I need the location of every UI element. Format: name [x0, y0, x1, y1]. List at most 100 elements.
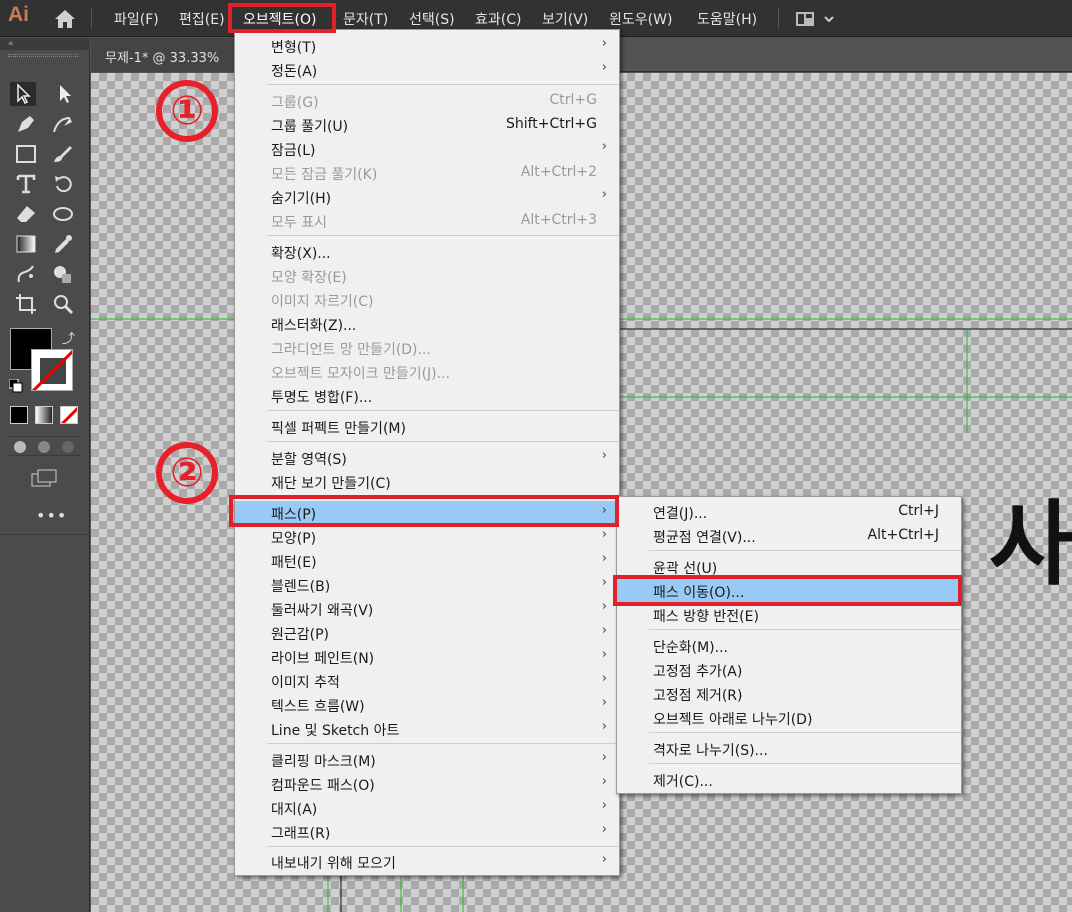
menu-file[interactable]: 파일(F) — [114, 9, 159, 29]
menu-item-create-trim-marks[interactable]: 재단 보기 만들기(C) — [235, 470, 619, 494]
submenu-arrow-icon: › — [601, 60, 607, 75]
submenu-item-add-anchor-points[interactable]: 고정점 추가(A) — [617, 658, 961, 682]
menu-item-rasterize[interactable]: 래스터화(Z)... — [235, 312, 619, 336]
swap-fill-stroke-icon[interactable]: ⤴ — [62, 328, 78, 347]
eyedropper-tool-icon[interactable] — [50, 232, 76, 256]
rotate-tool-icon[interactable] — [50, 172, 76, 196]
menu-separator — [267, 846, 619, 847]
submenu-arrow-icon: › — [601, 750, 607, 765]
eraser-tool-icon[interactable] — [13, 202, 39, 226]
menu-item-flatten-transparency[interactable]: 투명도 병합(F)... — [235, 384, 619, 408]
menu-item-collect-for-export[interactable]: 내보내기 위해 모으기 › — [235, 850, 619, 874]
panel-divider — [0, 534, 90, 535]
menu-item-clipping-mask[interactable]: 클리핑 마스크(M) › — [235, 748, 619, 772]
submenu-arrow-icon: › — [601, 719, 607, 734]
menu-separator — [267, 235, 619, 236]
submenu-arrow-icon: › — [601, 187, 607, 202]
width-tool-icon[interactable] — [50, 202, 76, 226]
rectangle-tool-icon[interactable] — [13, 142, 39, 166]
menu-item-compound-path[interactable]: 컴파운드 패스(O) › — [235, 772, 619, 796]
color-mode-icon[interactable] — [10, 406, 28, 424]
menu-separator — [649, 763, 961, 764]
menu-item-blend[interactable]: 블렌드(B) › — [235, 573, 619, 597]
menu-item-arrange[interactable]: 정돈(A) › — [235, 58, 619, 82]
canvas-glyph[interactable]: 사 — [989, 499, 1072, 591]
submenu-item-divide-objects-below[interactable]: 오브젝트 아래로 나누기(D) — [617, 706, 961, 730]
step-2-marker: ② — [156, 442, 218, 504]
submenu-arrow-icon: › — [601, 647, 607, 662]
curvature-tool-icon[interactable] — [50, 112, 76, 136]
menu-item-lock[interactable]: 잠금(L) › — [235, 137, 619, 161]
menu-item-slice[interactable]: 분할 영역(S) › — [235, 446, 619, 470]
menu-item-shape[interactable]: 모양(P) › — [235, 525, 619, 549]
menu-type[interactable]: 문자(T) — [343, 9, 388, 29]
menu-item-crop-image: 이미지 자르기(C) — [271, 294, 374, 310]
highlight-object-menu — [228, 3, 336, 33]
submenu-arrow-icon: › — [601, 139, 607, 154]
menu-item-gradient-mesh: 그라디언트 망 만들기(D)... — [271, 342, 431, 358]
menu-separator — [649, 732, 961, 733]
menu-divider — [91, 8, 92, 29]
menu-edit[interactable]: 편집(E) — [179, 9, 225, 29]
menu-item-pattern[interactable]: 패턴(E) › — [235, 549, 619, 573]
artboard-tool-icon[interactable] — [13, 292, 39, 316]
menu-item-transform[interactable]: 변형(T) › — [235, 34, 619, 58]
menu-item-live-paint[interactable]: 라이브 페인트(N) › — [235, 645, 619, 669]
menu-separator — [267, 410, 619, 411]
submenu-item-simplify[interactable]: 단순화(M)... — [617, 634, 961, 658]
zoom-tool-icon[interactable] — [50, 292, 76, 316]
menu-item-line-sketch-art[interactable]: Line 및 Sketch 아트 › — [235, 717, 619, 741]
submenu-item-split-into-grid[interactable]: 격자로 나누기(S)... — [617, 737, 961, 761]
submenu-item-reverse-path-direction[interactable]: 패스 방향 반전(E) — [617, 603, 961, 627]
menu-item-pixel-perfect[interactable]: 픽셀 퍼펙트 만들기(M) — [235, 415, 619, 439]
menu-item-envelope-distort[interactable]: 둘러싸기 왜곡(V) › — [235, 597, 619, 621]
submenu-item-join[interactable]: 연결(J)... Ctrl+J — [617, 500, 961, 524]
menu-divider — [778, 8, 779, 29]
menu-item-expand[interactable]: 확장(X)... — [235, 240, 619, 264]
pen-tool-icon[interactable] — [13, 112, 39, 136]
menu-help[interactable]: 도움말(H) — [697, 9, 757, 29]
workspace-switcher-icon[interactable] — [795, 10, 835, 28]
menu-select[interactable]: 선택(S) — [409, 9, 455, 29]
menu-item-ungroup[interactable]: 그룹 풀기(U) Shift+Ctrl+G — [235, 113, 619, 137]
submenu-item-clean-up[interactable]: 제거(C)... — [617, 768, 961, 792]
menu-item-object-mosaic: 오브젝트 모자이크 만들기(J)... — [271, 366, 450, 382]
menu-effect[interactable]: 효과(C) — [475, 9, 521, 29]
submenu-arrow-icon: › — [601, 774, 607, 789]
menu-item-image-trace[interactable]: 이미지 추적 › — [235, 669, 619, 693]
home-icon[interactable] — [52, 7, 78, 31]
menu-item-artboards[interactable]: 대지(A) › — [235, 796, 619, 820]
menu-view[interactable]: 보기(V) — [542, 9, 588, 29]
none-mode-icon[interactable] — [60, 406, 78, 424]
type-tool-icon[interactable] — [13, 172, 39, 196]
screen-mode-icon[interactable] — [30, 468, 60, 488]
selection-tool-icon[interactable] — [10, 82, 36, 106]
direct-selection-tool-icon[interactable] — [52, 82, 78, 106]
highlight-offset-path-item — [613, 575, 962, 606]
default-colors-icon[interactable] — [8, 378, 23, 393]
shape-builder-tool-icon[interactable] — [50, 262, 76, 286]
submenu-item-average[interactable]: 평균점 연결(V)... Alt+Ctrl+J — [617, 524, 961, 548]
submenu-item-remove-anchor-points[interactable]: 고정점 제거(R) — [617, 682, 961, 706]
panel-grip[interactable] — [8, 54, 78, 57]
menu-separator — [267, 441, 619, 442]
menu-item-expand-appearance: 모양 확장(E) — [271, 270, 347, 286]
draw-modes-icon[interactable] — [8, 436, 80, 456]
document-tab[interactable]: 무제-1* @ 33.33% — [91, 38, 241, 72]
submenu-arrow-icon: › — [601, 852, 607, 867]
paintbrush-tool-icon[interactable] — [50, 142, 76, 166]
document-tab-title: 무제-1* @ 33.33% — [105, 51, 220, 66]
menu-item-graph[interactable]: 그래프(R) › — [235, 820, 619, 844]
menu-item-hide[interactable]: 숨기기(H) › — [235, 185, 619, 209]
submenu-arrow-icon: › — [601, 551, 607, 566]
menu-window[interactable]: 윈도우(W) — [609, 9, 672, 29]
gradient-tool-icon[interactable] — [13, 232, 39, 256]
edit-toolbar-icon[interactable]: ••• — [36, 506, 67, 525]
gradient-mode-icon[interactable] — [35, 406, 53, 424]
stroke-swatch[interactable] — [31, 349, 73, 391]
panel-collapse-icon[interactable]: « — [0, 38, 90, 50]
tools-panel: « ⤴ ••• — [0, 38, 90, 912]
symbol-sprayer-tool-icon[interactable] — [13, 262, 39, 286]
menu-item-text-wrap[interactable]: 텍스트 흐름(W) › — [235, 693, 619, 717]
menu-item-perspective[interactable]: 원근감(P) › — [235, 621, 619, 645]
